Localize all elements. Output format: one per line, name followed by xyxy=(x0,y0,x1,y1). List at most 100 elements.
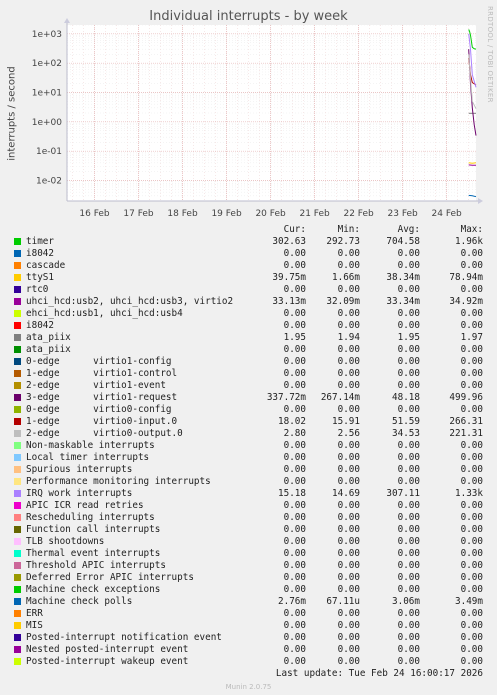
legend-cur-value: 1.95 xyxy=(283,332,306,343)
legend-label: Non-maskable interrupts xyxy=(26,440,155,451)
legend-row: Rescheduling interrupts 0.00 0.00 0.00 0.00 xyxy=(0,512,497,524)
legend-cur-value: 0.00 xyxy=(283,344,306,355)
legend-max-value: 1.33k xyxy=(455,488,483,499)
legend-min-value: 1.94 xyxy=(337,332,360,343)
legend-swatch xyxy=(14,466,21,473)
legend-min-value: 1.66m xyxy=(332,272,360,283)
legend-cur-value: 337.72m xyxy=(266,392,306,403)
y-axis-arrow xyxy=(64,18,70,23)
legend-min-value: 0.00 xyxy=(337,308,360,319)
legend-cur-value: 0.00 xyxy=(283,644,306,655)
legend-swatch xyxy=(14,478,21,485)
legend-avg-value: 0.00 xyxy=(397,440,420,451)
legend-min-value: 2.56 xyxy=(337,428,360,439)
legend-min-value: 67.11u xyxy=(326,596,360,607)
y-tick-label: 1e+03 xyxy=(32,30,62,40)
legend-max-value: 78.94m xyxy=(449,272,483,283)
legend-min-value: 267.14m xyxy=(320,392,360,403)
legend-avg-value: 0.00 xyxy=(397,368,420,379)
legend-min-value: 0.00 xyxy=(337,248,360,259)
legend-swatch xyxy=(14,442,21,449)
legend-cur-value: 0.00 xyxy=(283,512,306,523)
legend-swatch xyxy=(14,382,21,389)
legend-min-value: 0.00 xyxy=(337,464,360,475)
legend-cur-value: 0.00 xyxy=(283,248,306,259)
legend-row: rtc0 0.00 0.00 0.00 0.00 xyxy=(0,284,497,296)
legend-max-value: 0.00 xyxy=(460,284,483,295)
legend-min-value: 0.00 xyxy=(337,344,360,355)
legend-row: Posted-interrupt wakeup event 0.00 0.00 0.0… xyxy=(0,656,497,668)
legend-min-value: 15.91 xyxy=(332,416,360,427)
legend-row: IRQ work interrupts 15.18 14.69 307.11 1.33k xyxy=(0,488,497,500)
legend-label: 1-edge virtio1-control xyxy=(26,368,178,379)
legend-row: 3-edge virtio1-request 337.72m 267.14m 48.1… xyxy=(0,392,497,404)
legend-row: Non-maskable interrupts 0.00 0.00 0.00 0.00 xyxy=(0,440,497,452)
legend-avg-value: 0.00 xyxy=(397,320,420,331)
legend-max-value: 0.00 xyxy=(460,500,483,511)
legend-label: Posted-interrupt wakeup event xyxy=(26,656,189,667)
legend-max-value: 0.00 xyxy=(460,512,483,523)
legend-max-value: 0.00 xyxy=(460,632,483,643)
legend-label: Deferred Error APIC interrupts xyxy=(26,572,194,583)
legend-min-value: 0.00 xyxy=(337,608,360,619)
x-tick-label: 16 Feb xyxy=(79,209,110,219)
legend-avg-value: 3.06m xyxy=(392,596,420,607)
legend-row: ttyS1 39.75m 1.66m 38.34m 78.94m xyxy=(0,272,497,284)
legend-row: uhci_hcd:usb2, uhci_hcd:usb3, virtio2 33.… xyxy=(0,296,497,308)
legend-cur-value: 0.00 xyxy=(283,572,306,583)
y-tick-label: 1e+02 xyxy=(32,59,62,69)
legend-max-value: 0.00 xyxy=(460,476,483,487)
legend-avg-value: 0.00 xyxy=(397,632,420,643)
legend: timer 302.63 292.73 704.58 1.96k i8042 0.00 0.0… xyxy=(0,236,497,668)
legend-swatch xyxy=(14,238,21,245)
legend-label: IRQ work interrupts xyxy=(26,488,133,499)
legend-label: Machine check exceptions xyxy=(26,584,161,595)
legend-cur-value: 0.00 xyxy=(283,464,306,475)
legend-avg-value: 0.00 xyxy=(397,284,420,295)
legend-min-value: 0.00 xyxy=(337,284,360,295)
legend-avg-value: 0.00 xyxy=(397,572,420,583)
legend-min-value: 0.00 xyxy=(337,476,360,487)
legend-max-value: 0.00 xyxy=(460,368,483,379)
legend-row: APIC ICR read retries 0.00 0.00 0.00 0.00 xyxy=(0,500,497,512)
legend-min-value: 0.00 xyxy=(337,644,360,655)
legend-cur-value: 18.02 xyxy=(278,416,306,427)
legend-swatch xyxy=(14,418,21,425)
x-tick-label: 22 Feb xyxy=(343,209,374,219)
legend-avg-value: 0.00 xyxy=(397,548,420,559)
legend-row: Spurious interrupts 0.00 0.00 0.00 0.00 xyxy=(0,464,497,476)
legend-swatch xyxy=(14,622,21,629)
x-axis-arrow xyxy=(478,198,483,204)
legend-row: i8042 0.00 0.00 0.00 0.00 xyxy=(0,320,497,332)
legend-min-value: 0.00 xyxy=(337,440,360,451)
legend-max-value: 0.00 xyxy=(460,644,483,655)
legend-row: MIS 0.00 0.00 0.00 0.00 xyxy=(0,620,497,632)
legend-row: Nested posted-interrupt event 0.00 0.00 0.0… xyxy=(0,644,497,656)
legend-avg-value: 0.00 xyxy=(397,644,420,655)
y-tick-label: 1e+01 xyxy=(32,88,62,98)
legend-max-value: 266.31 xyxy=(449,416,483,427)
legend-label: i8042 xyxy=(26,320,54,331)
legend-label: uhci_hcd:usb2, uhci_hcd:usb3, virtio2 xyxy=(26,296,234,307)
legend-row: ata_piix 0.00 0.00 0.00 0.00 xyxy=(0,344,497,356)
x-tick-label: 18 Feb xyxy=(167,209,198,219)
legend-row: cascade 0.00 0.00 0.00 0.00 xyxy=(0,260,497,272)
x-tick-label: 19 Feb xyxy=(211,209,242,219)
legend-avg-value: 0.00 xyxy=(397,248,420,259)
legend-label: ERR xyxy=(26,608,43,619)
legend-min-value: 0.00 xyxy=(337,572,360,583)
legend-cur-value: 0.00 xyxy=(283,380,306,391)
legend-row: 2-edge virtio0-output.0 2.80 2.56 34.53 221.… xyxy=(0,428,497,440)
legend-max-value: 499.96 xyxy=(449,392,483,403)
legend-avg-value: 0.00 xyxy=(397,380,420,391)
legend-swatch xyxy=(14,298,21,305)
legend-avg-value: 307.11 xyxy=(386,488,420,499)
legend-avg-value: 0.00 xyxy=(397,512,420,523)
legend-min-value: 0.00 xyxy=(337,620,360,631)
legend-min-value: 0.00 xyxy=(337,380,360,391)
legend-swatch xyxy=(14,562,21,569)
legend-cur-value: 0.00 xyxy=(283,500,306,511)
legend-avg-value: 0.00 xyxy=(397,500,420,511)
legend-swatch xyxy=(14,406,21,413)
legend-cur-value: 0.00 xyxy=(283,548,306,559)
